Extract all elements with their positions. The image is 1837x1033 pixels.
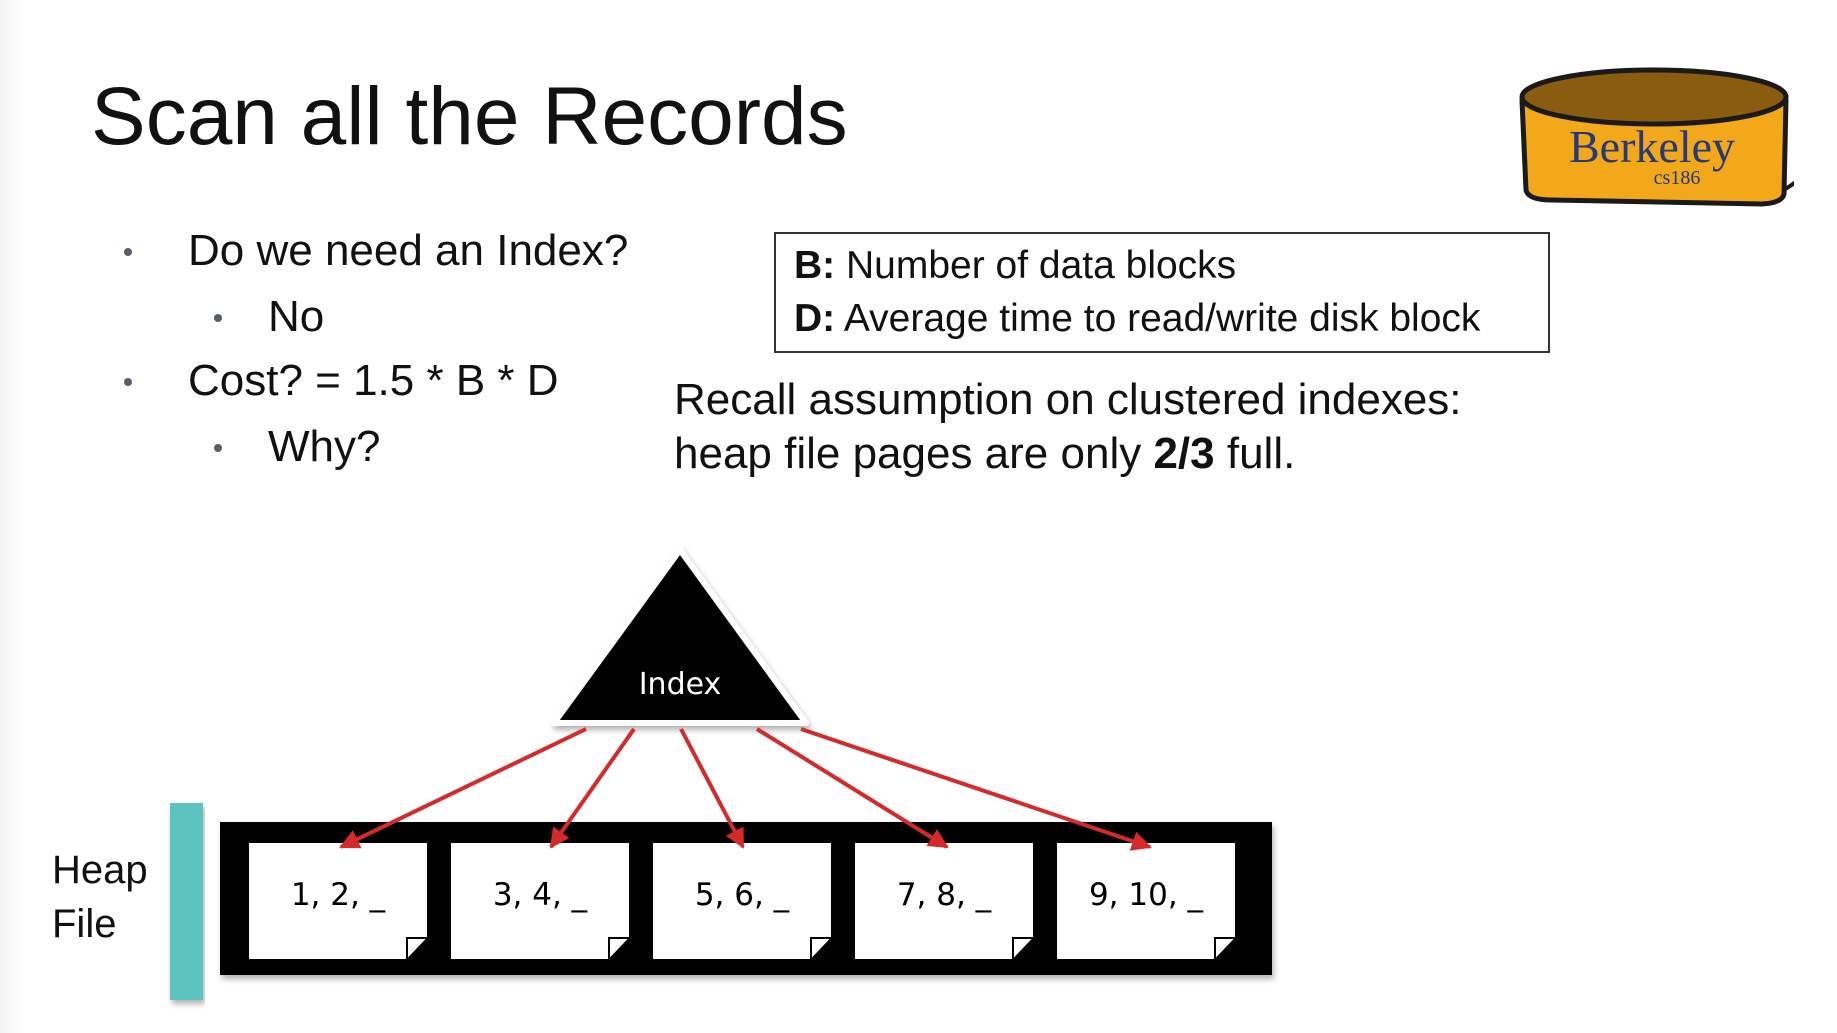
heap-page-label: 1, 2, _ [291, 877, 386, 913]
heap-page-label: 9, 10, _ [1089, 877, 1204, 913]
index-label: Index [639, 667, 722, 702]
heap-page: 3, 4, _ [449, 841, 631, 961]
heap-page: 7, 8, _ [853, 841, 1035, 961]
heap-page: 5, 6, _ [651, 841, 833, 961]
heap-page: 1, 2, _ [247, 841, 429, 961]
heap-page: 9, 10, _ [1055, 841, 1237, 961]
heap-page-label: 3, 4, _ [493, 877, 588, 913]
slide: Scan all the Records Berkeley cs186 Do w… [0, 0, 1837, 1033]
heap-page-label: 7, 8, _ [897, 877, 992, 913]
index-heap-diagram: 1, 2, _ 3, 4, _ 5, 6, _ 7, 8, _ 9, 10, _… [170, 547, 1272, 1000]
heap-page-label: 5, 6, _ [695, 877, 790, 913]
heap-file-bar [170, 803, 203, 1000]
